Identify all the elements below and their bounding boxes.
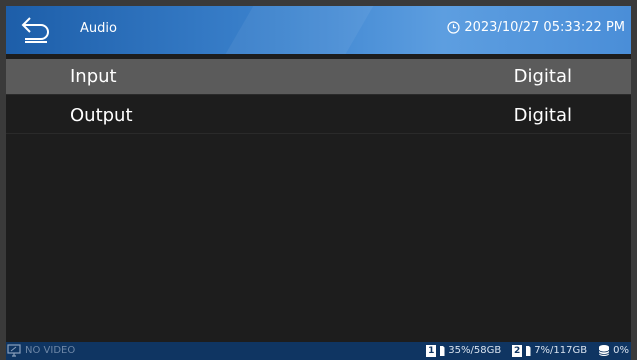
setting-label: Output bbox=[70, 105, 133, 126]
storage2-index: 2 bbox=[512, 344, 523, 357]
screen-frame: Audio 2023/10/27 05:33:22 PM Input Digit… bbox=[6, 6, 631, 342]
clock-icon bbox=[447, 21, 460, 34]
storage1-usage: 35%/58GB bbox=[448, 345, 502, 356]
storage-info: 1 35%/58GB 2 7%/117GB 0% bbox=[426, 344, 629, 357]
storage3-usage: 0% bbox=[613, 345, 629, 356]
back-button[interactable] bbox=[20, 15, 52, 45]
storage1-index: 1 bbox=[426, 344, 437, 357]
monitor-icon bbox=[7, 344, 21, 357]
sd-card-icon bbox=[440, 345, 445, 356]
storage2-usage: 7%/117GB bbox=[534, 345, 588, 356]
header-bar: Audio 2023/10/27 05:33:22 PM bbox=[6, 6, 631, 54]
settings-list: Input Digital Output Digital bbox=[6, 59, 631, 134]
back-arrow-icon bbox=[21, 17, 49, 43]
datetime-display: 2023/10/27 05:33:22 PM bbox=[447, 20, 625, 35]
video-status: NO VIDEO bbox=[25, 345, 76, 356]
setting-value: Digital bbox=[513, 105, 572, 126]
datetime-text: 2023/10/27 05:33:22 PM bbox=[464, 20, 625, 35]
database-icon bbox=[598, 345, 610, 356]
setting-label: Input bbox=[70, 66, 117, 87]
input-setting-row[interactable]: Input Digital bbox=[6, 59, 631, 95]
output-setting-row[interactable]: Output Digital bbox=[6, 98, 631, 134]
sd-card-icon bbox=[526, 345, 531, 356]
header-decoration bbox=[195, 6, 397, 54]
page-title: Audio bbox=[80, 21, 117, 36]
status-bar: NO VIDEO 1 35%/58GB 2 7%/117GB 0% bbox=[6, 342, 631, 360]
setting-value: Digital bbox=[513, 66, 572, 87]
